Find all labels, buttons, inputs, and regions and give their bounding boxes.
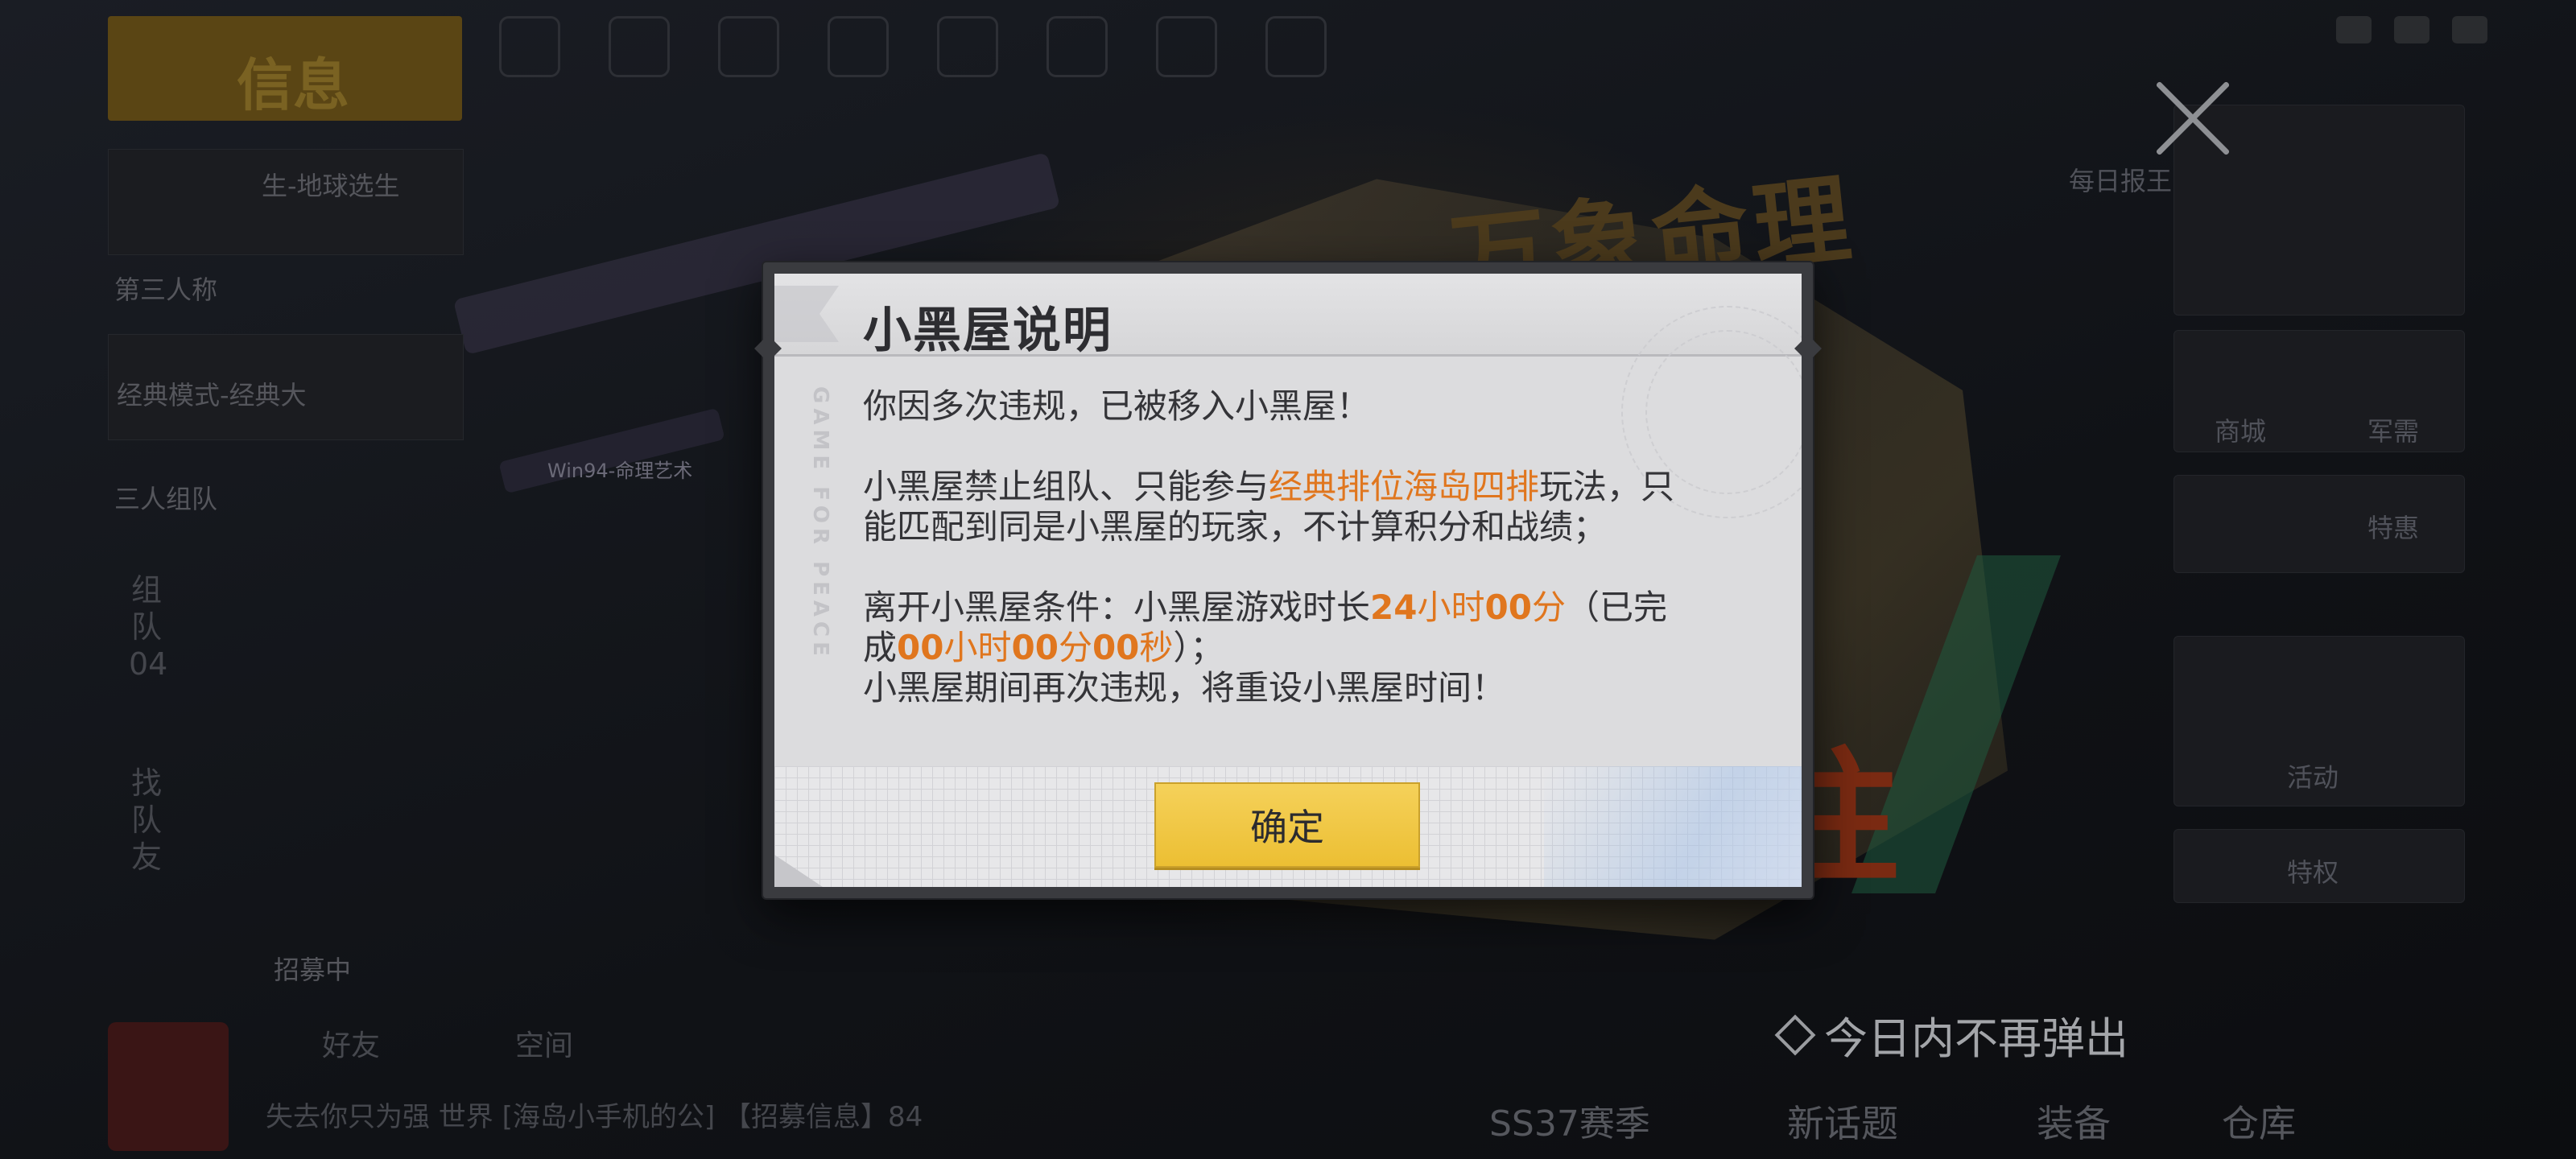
gift-icon[interactable] <box>108 1022 229 1151</box>
header-flag-decoration <box>774 286 839 342</box>
completed-hours: 00 <box>897 628 944 667</box>
season-button[interactable]: SS37赛季 <box>1489 1095 1650 1146</box>
rules-text-end: 能匹配到同是小黑屋的玩家，不计算积分和战绩； <box>863 507 1608 547</box>
mode-card-1-label: 生-地球选生 <box>262 171 400 201</box>
confirm-button[interactable]: 确定 <box>1154 782 1420 868</box>
allowed-mode-highlight: 经典排位海岛四排 <box>1269 467 1540 506</box>
rules-text-mid: 玩法，只 <box>1539 467 1675 506</box>
wifi-icon <box>2394 16 2429 43</box>
mode-banner-label: 信息 <box>237 52 349 118</box>
space-button[interactable]: 空间 <box>515 1022 573 1064</box>
mode-card-2[interactable]: 经典模式-经典大 <box>108 334 464 440</box>
equipment-button[interactable]: 装备 <box>2037 1095 2111 1148</box>
daily-label[interactable]: 每日报王 <box>2069 161 2172 198</box>
required-hours-unit: 小时 <box>1417 588 1485 627</box>
shop-card[interactable]: 商城 军需 <box>2174 330 2465 452</box>
exit-condition-text: 离开小黑屋条件：小黑屋游戏时长 <box>863 588 1371 627</box>
rules-text-start: 小黑屋禁止组队、只能参与 <box>863 467 1269 506</box>
left-panel: 信息 生-地球选生 第三人称 经典模式-经典大 三人组队 组队04 找队友 招募… <box>105 16 467 1151</box>
watermark: GAME FOR PEACE <box>808 386 832 661</box>
menu-icon-1[interactable] <box>499 16 560 77</box>
progress-text-end: ）； <box>1173 628 1224 667</box>
required-hours: 24 <box>1370 588 1418 627</box>
menu-icon-4[interactable] <box>828 16 889 77</box>
diamond-checkbox-icon[interactable] <box>1774 1014 1816 1055</box>
top-menu-icons <box>499 16 1327 77</box>
chat-ticker[interactable]: 失去你只为强 世界 [海岛小手机的公] 【招募信息】84 <box>266 1095 923 1134</box>
completed-seconds: 00 <box>1092 628 1140 667</box>
required-minutes: 00 <box>1484 588 1532 627</box>
exit-condition-paragraph: 离开小黑屋条件：小黑屋游戏时长24小时00分（已完 成00小时00分00秒）； 小黑… <box>863 588 1732 708</box>
team-size-label[interactable]: 三人组队 <box>114 479 217 516</box>
status-bar <box>2336 16 2487 43</box>
menu-icon-7[interactable] <box>1156 16 1217 77</box>
warehouse-button[interactable]: 仓库 <box>2222 1095 2296 1148</box>
dialog-body: 你因多次违规，已被移入小黑屋！ 小黑屋禁止组队、只能参与经典排位海岛四排玩法，只… <box>863 386 1732 708</box>
required-minutes-unit: 分 <box>1531 588 1566 627</box>
menu-icon-5[interactable] <box>937 16 998 77</box>
dont-show-today-toggle[interactable]: 今日内不再弹出 <box>1774 1003 2128 1066</box>
deal-label: 特惠 <box>2368 513 2420 543</box>
completed-hours-unit: 小时 <box>943 628 1012 667</box>
recruit-label[interactable]: 招募中 <box>274 950 351 987</box>
footer-glow-decoration <box>1544 766 1802 887</box>
close-icon[interactable] <box>2151 76 2235 160</box>
dont-show-today-label: 今日内不再弹出 <box>1824 1013 2128 1064</box>
supply-label: 军需 <box>2368 416 2420 447</box>
friends-button[interactable]: 好友 <box>322 1022 380 1064</box>
battery-icon <box>2452 16 2487 43</box>
menu-icon-3[interactable] <box>718 16 779 77</box>
menu-icon-8[interactable] <box>1265 16 1327 77</box>
find-teammate-label[interactable]: 找队友 <box>129 765 164 876</box>
deal-card[interactable]: 特惠 <box>2174 475 2465 573</box>
event-card[interactable]: 活动 <box>2174 636 2465 806</box>
mode-card-1[interactable]: 生-地球选生 <box>108 149 464 255</box>
privilege-card[interactable]: 特权 <box>2174 829 2465 903</box>
progress-text-mid: 成 <box>863 628 898 667</box>
footer-corner-decoration <box>774 855 823 887</box>
perspective-label[interactable]: 第三人称 <box>114 270 217 307</box>
reset-warning-text: 小黑屋期间再次违规，将重设小黑屋时间！ <box>863 668 1506 707</box>
completed-seconds-unit: 秒 <box>1139 628 1174 667</box>
mode-banner[interactable]: 信息 <box>108 16 462 121</box>
privilege-label: 特权 <box>2287 857 2339 888</box>
completed-minutes-unit: 分 <box>1058 628 1092 667</box>
progress-text-start: （已完 <box>1565 588 1667 627</box>
menu-icon-6[interactable] <box>1046 16 1108 77</box>
completed-minutes: 00 <box>1011 628 1059 667</box>
mode-card-2-label: 经典模式-经典大 <box>117 380 307 410</box>
event-label: 活动 <box>2287 762 2339 793</box>
menu-icon-2[interactable] <box>609 16 670 77</box>
signal-icon <box>2336 16 2372 43</box>
team-vertical-label[interactable]: 组队04 <box>129 571 167 683</box>
new-topic-button[interactable]: 新话题 <box>1787 1095 1898 1148</box>
notice-text: 你因多次违规，已被移入小黑屋！ <box>863 386 1371 426</box>
dialog-title: 小黑屋说明 <box>863 303 1113 359</box>
weapon-tag: Win94-命理艺术 <box>547 460 693 482</box>
rules-paragraph: 小黑屋禁止组队、只能参与经典排位海岛四排玩法，只 能匹配到同是小黑屋的玩家，不计算… <box>863 467 1732 547</box>
shop-label: 商城 <box>2215 416 2267 447</box>
notice-line: 你因多次违规，已被移入小黑屋！ <box>863 386 1732 427</box>
